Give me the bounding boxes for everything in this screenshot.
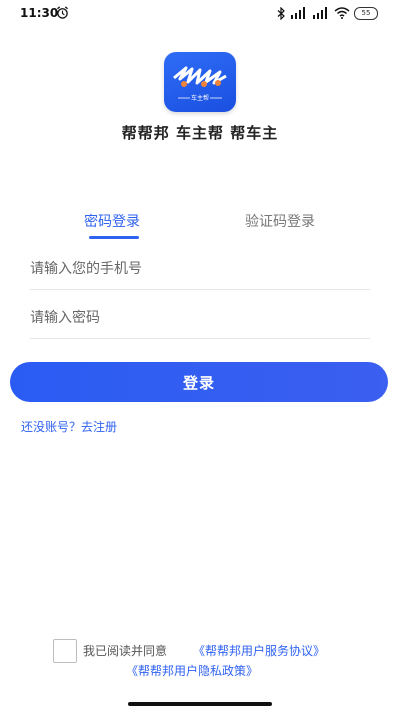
active-tab-indicator	[89, 236, 139, 239]
app-slogan: 帮帮邦 车主帮 帮车主	[121, 124, 279, 142]
agree-checkbox[interactable]	[53, 639, 77, 663]
app-logo: 车主帮	[164, 52, 236, 112]
signal-icon	[291, 7, 305, 19]
battery-level: 55	[361, 8, 371, 17]
status-time: 11:30	[20, 6, 59, 20]
privacy-policy-link[interactable]: 《帮帮邦用户隐私政策》	[126, 662, 258, 679]
tab-sms-login[interactable]: 验证码登录	[245, 211, 315, 231]
agreement-row: 我已阅读并同意 《帮帮邦用户服务协议》 《帮帮邦用户隐私政策》	[0, 637, 400, 697]
wifi-icon	[334, 7, 350, 19]
agreement-text: 我已阅读并同意	[83, 644, 168, 658]
register-link[interactable]: 还没账号？去注册	[21, 418, 117, 435]
login-button[interactable]: 登录	[10, 362, 388, 402]
password-input[interactable]	[30, 298, 370, 339]
battery-icon: 55	[354, 6, 378, 20]
service-agreement-link[interactable]: 《帮帮邦用户服务协议》	[193, 642, 325, 659]
signal-icon	[313, 7, 327, 19]
alarm-icon	[56, 6, 69, 19]
status-icons: 55	[277, 6, 378, 20]
home-indicator[interactable]	[128, 702, 272, 706]
logo-caption: 车主帮	[191, 94, 209, 102]
tab-password-login[interactable]: 密码登录	[84, 211, 140, 231]
phone-input[interactable]	[30, 249, 370, 290]
app-logo-graphic: 车主帮	[173, 66, 227, 102]
status-bar: 11:30 55	[0, 0, 400, 26]
bluetooth-icon	[277, 6, 285, 20]
